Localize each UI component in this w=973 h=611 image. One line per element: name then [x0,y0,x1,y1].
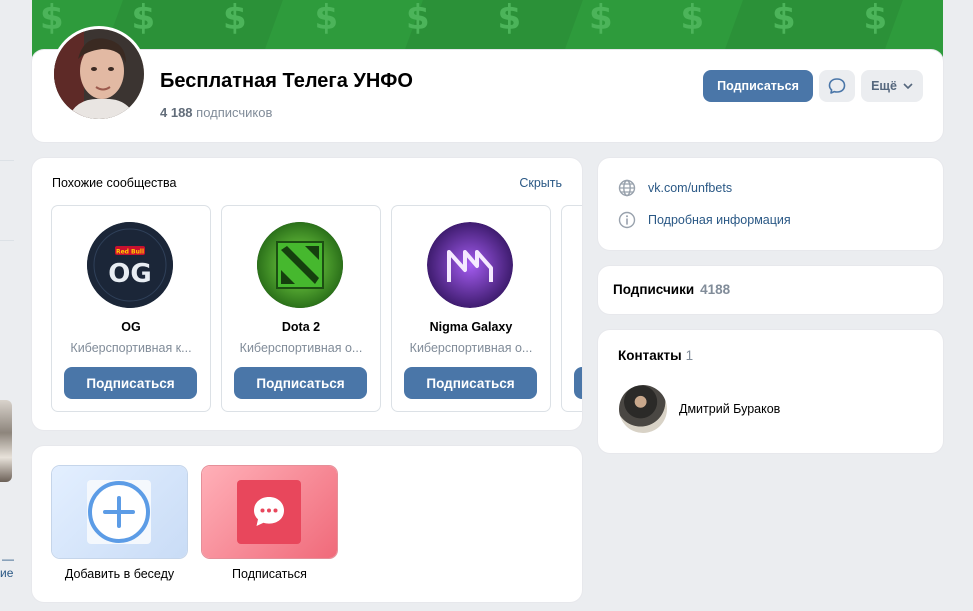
subscribe-button[interactable]: Подписаться [703,70,813,102]
community-card[interactable]: Nigma Galaxy Киберспортивная о... Подпис… [392,206,550,411]
contacts-block: Контакты 1 Дмитрий Бураков [598,330,943,453]
chat-bubble-icon [254,497,284,526]
redbull-text: Red Bull [116,249,144,256]
info-links: vk.com/unfbets Подробная информация [598,158,943,250]
similar-title: Похожие сообщества [52,176,177,190]
subscribers-heading[interactable]: Подписчики 4188 [613,282,730,297]
chevron-down-icon [903,83,913,89]
hide-similar-link[interactable]: Скрыть [519,176,562,190]
details-link[interactable]: Подробная информация [618,211,791,229]
more-button[interactable]: Ещё [861,70,923,102]
message-icon [828,78,846,94]
community-name[interactable]: Nigma Galaxy [392,320,550,334]
community-desc: Киберспортивная о... [409,341,533,355]
subscribers-label: подписчиков [196,105,273,120]
community-name[interactable]: OG [52,320,210,334]
dota2-logo[interactable] [257,222,343,308]
add-to-chat-tile[interactable] [52,466,187,558]
group-title: Бесплатная Телега УНФО [160,70,413,92]
contacts-title: Контакты [618,348,682,363]
og-logo[interactable]: OG Red Bull [87,222,173,308]
contacts-count: 1 [685,348,694,363]
subscribers-count: 4 188 [160,105,193,120]
site-link-text[interactable]: vk.com/unfbets [648,181,732,195]
subscribers-block-count: 4188 [700,282,731,297]
site-link[interactable]: vk.com/unfbets [618,179,732,197]
left-divider [0,160,14,161]
info-icon [618,211,636,229]
community-subscribe-button[interactable]: Подписаться [234,367,367,399]
similar-communities: Похожие сообщества Скрыть OG Red Bull OG… [32,158,582,430]
community-card-partial[interactable] [562,206,582,411]
group-subscribers[interactable]: 4 188 подписчиков [160,105,272,120]
globe-icon [618,179,636,197]
community-name[interactable]: Dota 2 [222,320,380,334]
subscribe-tile[interactable] [202,466,337,558]
community-desc: Киберспортивная о... [239,341,363,355]
message-button[interactable] [819,70,855,102]
subscribers-block[interactable]: Подписчики 4188 [598,266,943,314]
group-header: Бесплатная Телега УНФО 4 188 подписчиков… [32,26,943,142]
group-actions: Добавить в беседу Подписаться [32,446,582,602]
community-subscribe-button[interactable]: Подписаться [64,367,197,399]
contact-name[interactable]: Дмитрий Бураков [679,402,780,416]
contacts-heading[interactable]: Контакты 1 [618,348,693,363]
community-desc: Киберспортивная к... [70,341,192,355]
details-link-text[interactable]: Подробная информация [648,213,791,227]
left-photo-fragment[interactable] [0,400,12,482]
add-icon [88,481,150,543]
community-card[interactable]: Dota 2 Киберспортивная о... Подписаться [222,206,380,411]
left-divider [0,240,14,241]
nigma-galaxy-logo[interactable] [427,222,513,308]
group-avatar[interactable] [51,26,147,122]
subscribers-title: Подписчики [613,282,695,297]
more-label: Ещё [871,79,897,93]
contact-avatar[interactable] [619,385,667,433]
community-card[interactable]: OG Red Bull OG Киберспортивная к... Подп… [52,206,210,411]
community-subscribe-button-partial[interactable] [574,367,582,399]
left-text-fragment[interactable]: ие [0,566,13,580]
community-subscribe-button[interactable]: Подписаться [404,367,537,399]
add-to-chat-label[interactable]: Добавить в беседу [52,567,187,581]
subscribe-tile-label[interactable]: Подписаться [202,567,337,581]
left-text-fragment[interactable]: — [2,552,14,566]
og-logo-text: OG [108,259,151,289]
